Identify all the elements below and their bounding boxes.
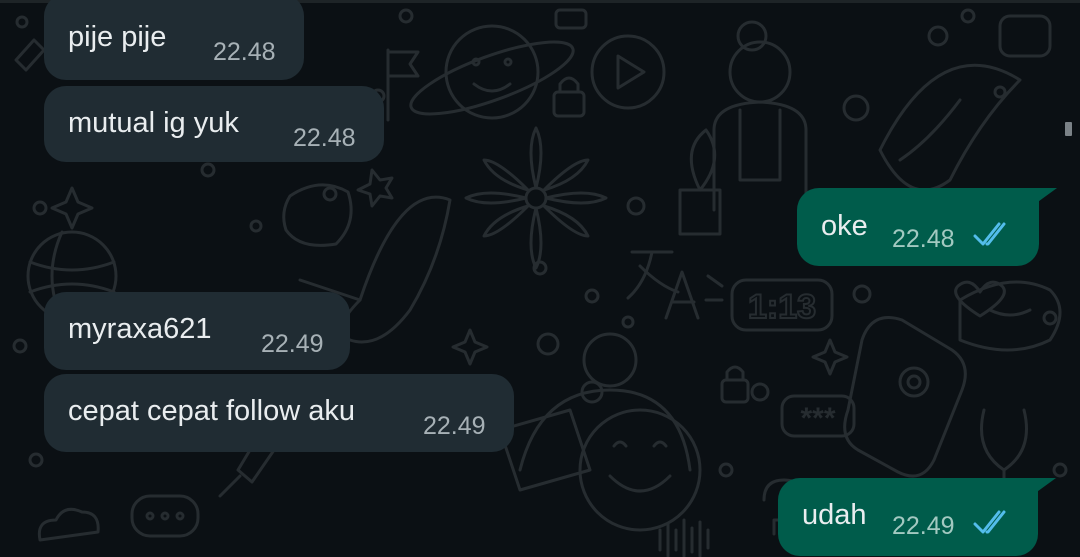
- sparkle-doodle-icon: [451, 328, 489, 366]
- person-doodle-icon: [678, 20, 808, 236]
- password-badge-text: ***: [800, 402, 835, 435]
- play-doodle-icon: [590, 34, 666, 110]
- message-text: oke: [821, 210, 868, 242]
- person-laptop-doodle-icon: [498, 332, 692, 492]
- clock-badge-text: 1:13: [748, 288, 816, 326]
- sunscreen-doodle-icon: [843, 316, 967, 478]
- incoming-message-bubble[interactable]: pije pije 22.48: [44, 0, 304, 80]
- translate-doodle-icon: [626, 250, 700, 320]
- message-timestamp: 22.49: [423, 412, 486, 440]
- lock-doodle-icon: [552, 76, 586, 118]
- incoming-message-bubble[interactable]: cepat cepat follow aku 22.49: [44, 374, 514, 452]
- waveform-doodle-icon: [658, 518, 710, 557]
- outgoing-bubble-tail: [1035, 188, 1057, 204]
- message-timestamp: 22.48: [293, 124, 356, 152]
- double-check-icon: [973, 222, 1006, 246]
- cloud-doodle-icon: [37, 507, 100, 542]
- sparkle-doodle-icon: [811, 338, 849, 376]
- chat-wallpaper: 1:13 ***: [12, 8, 1068, 557]
- scroll-indicator[interactable]: [1065, 122, 1072, 136]
- chat-area[interactable]: 1:13 *** pije pije 22.48 mutual ig yuk 2…: [0, 0, 1080, 557]
- outgoing-message-bubble[interactable]: udah 22.49: [778, 478, 1038, 556]
- message-text: cepat cepat follow aku: [68, 395, 355, 427]
- chat-bubble-doodle-icon: [130, 494, 200, 538]
- double-check-icon: [973, 510, 1006, 534]
- message-text: myraxa621: [68, 313, 212, 345]
- message-text: pije pije: [68, 21, 167, 53]
- smiley-doodle-icon: [578, 408, 702, 532]
- incoming-message-bubble[interactable]: myraxa621 22.49: [44, 292, 350, 370]
- fish-doodle-icon: [878, 63, 1022, 192]
- incoming-message-bubble[interactable]: mutual ig yuk 22.48: [44, 86, 384, 162]
- message-text: udah: [802, 499, 867, 531]
- star-doodle-icon: [356, 168, 394, 208]
- message-timestamp: 22.48: [892, 225, 955, 253]
- message-timestamp: 22.49: [892, 512, 955, 540]
- message-timestamp: 22.48: [213, 38, 276, 66]
- sparkle-doodle-icon: [50, 186, 94, 230]
- sticker-doodle-icon: [282, 183, 353, 247]
- outgoing-bubble-tail: [1034, 478, 1056, 494]
- flower-doodle-icon: [464, 126, 608, 270]
- message-text: mutual ig yuk: [68, 107, 239, 139]
- outgoing-message-bubble[interactable]: oke 22.48: [797, 188, 1039, 266]
- message-timestamp: 22.49: [261, 330, 324, 358]
